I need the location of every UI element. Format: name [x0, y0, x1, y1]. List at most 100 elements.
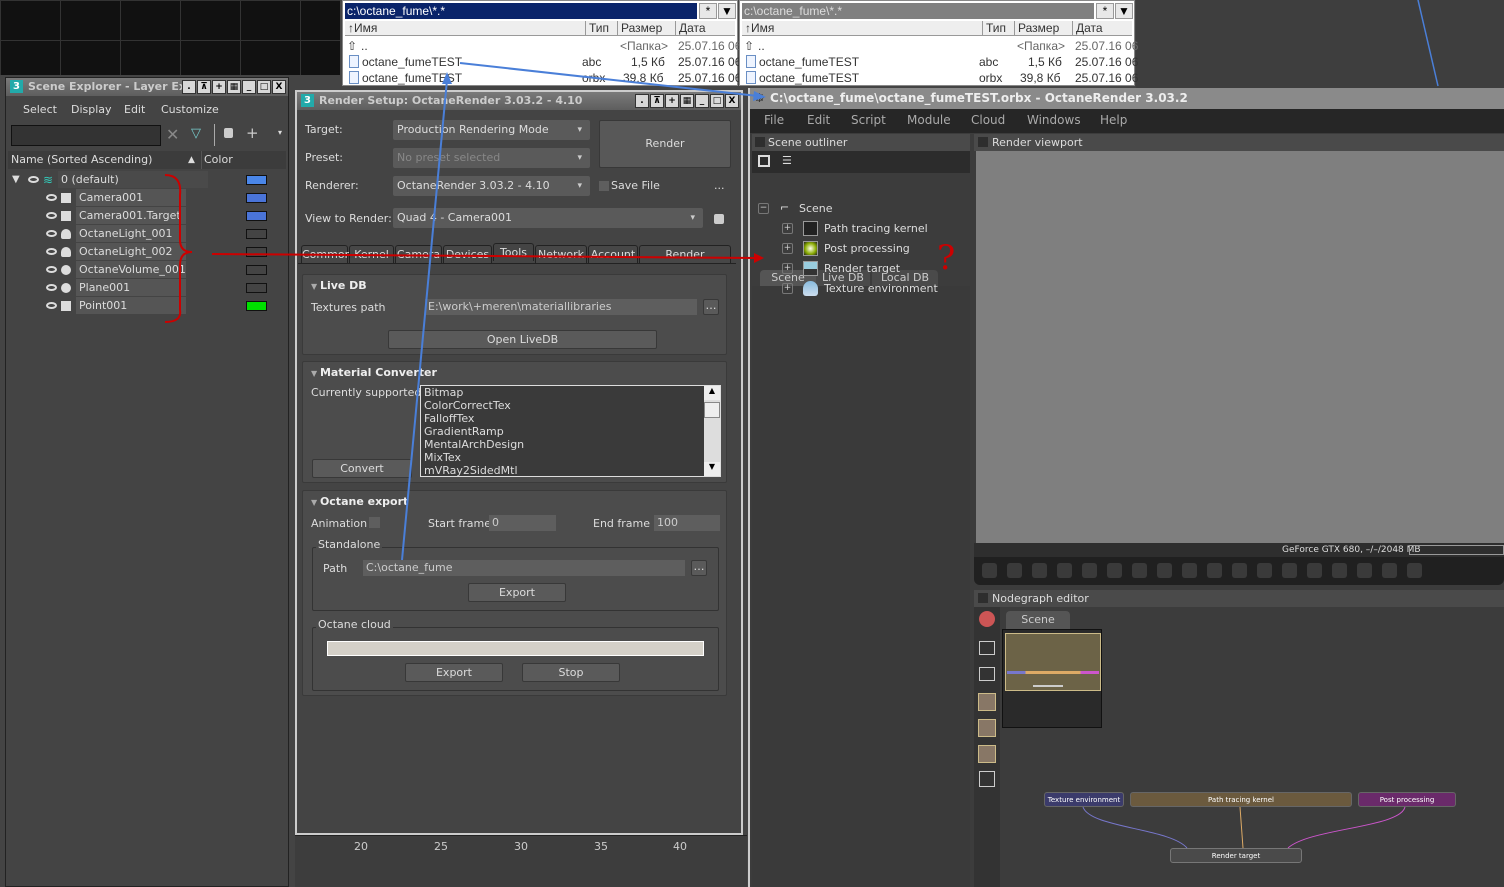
- maximize-button[interactable]: □: [710, 94, 724, 108]
- col-type[interactable]: Тип: [982, 21, 1006, 36]
- column-header[interactable]: ↑Имя Тип Размер Дата: [345, 21, 735, 36]
- object-color-swatch[interactable]: [246, 229, 267, 239]
- viewport-top-right[interactable]: [1136, 0, 1504, 88]
- file-row[interactable]: ⇧.. <Папка> 25.07.16 06: [742, 38, 1138, 54]
- add-layer-icon[interactable]: +: [246, 124, 259, 142]
- object-name[interactable]: OctaneLight_002: [76, 243, 186, 260]
- viewport-top-left[interactable]: [0, 0, 340, 75]
- export-path-input[interactable]: C:\octane_fume: [363, 560, 685, 576]
- layer-name[interactable]: 0 (default): [58, 171, 208, 188]
- pin-button[interactable]: +: [212, 80, 226, 94]
- object-row[interactable]: OctaneVolume_001: [6, 261, 286, 279]
- object-row[interactable]: Point001: [6, 297, 286, 315]
- object-color-swatch[interactable]: [246, 301, 267, 311]
- pin-button[interactable]: +: [665, 94, 679, 108]
- dock-top-button[interactable]: ⊼: [197, 80, 211, 94]
- path-field[interactable]: c:\octane_fume\*.*: [742, 3, 1094, 19]
- timeline-ruler[interactable]: 20 25 30 35 40: [295, 835, 747, 887]
- col-size[interactable]: Размер: [1014, 21, 1059, 36]
- object-color-swatch[interactable]: [246, 265, 267, 275]
- minimize-button[interactable]: _: [695, 94, 709, 108]
- object-row[interactable]: Plane001: [6, 279, 286, 297]
- options-dropdown-icon[interactable]: ▾: [278, 128, 282, 137]
- standalone-export-button[interactable]: Export: [468, 583, 566, 602]
- file-row[interactable]: octane_fumeTEST abc 1,5 Кб 25.07.16 06: [742, 54, 1138, 70]
- visibility-eye-icon[interactable]: [28, 176, 39, 183]
- path-field[interactable]: c:\octane_fume\*.*: [345, 3, 697, 19]
- object-row[interactable]: Camera001: [6, 189, 286, 207]
- search-input[interactable]: [11, 125, 161, 146]
- dock-top-button[interactable]: ⊼: [650, 94, 664, 108]
- tab-render-elements[interactable]: Render Elements: [639, 245, 731, 278]
- view-to-render-dropdown[interactable]: Quad 4 - Camera001: [393, 208, 703, 228]
- tab-camera[interactable]: Camera: [395, 245, 442, 263]
- export-path-browse-button[interactable]: …: [691, 560, 707, 576]
- object-color-swatch[interactable]: [246, 247, 267, 257]
- object-name[interactable]: OctaneLight_001: [76, 225, 186, 242]
- lock-icon[interactable]: [224, 128, 233, 138]
- menu-customize[interactable]: Customize: [161, 103, 219, 116]
- supported-item[interactable]: Bitmap: [424, 386, 720, 399]
- menu-edit[interactable]: Edit: [124, 103, 145, 116]
- tab-kernel[interactable]: Kernel: [349, 245, 394, 263]
- filter-button[interactable]: *: [1096, 3, 1114, 19]
- supported-item[interactable]: mVRay2SidedMtl: [424, 464, 720, 476]
- target-dropdown[interactable]: Production Rendering Mode: [393, 120, 590, 140]
- object-row[interactable]: Camera001.Target: [6, 207, 286, 225]
- livedb-heading[interactable]: ▼ Live DB: [311, 279, 367, 292]
- tab-tools[interactable]: Tools: [493, 243, 534, 261]
- filter-button[interactable]: *: [699, 3, 717, 19]
- minimize-button[interactable]: _: [242, 80, 256, 94]
- supported-list[interactable]: Bitmap ColorCorrectTex FalloffTex GradientR…: [420, 385, 721, 477]
- object-row[interactable]: OctaneLight_001: [6, 225, 286, 243]
- file-panel-left[interactable]: c:\octane_fume\*.* * ▼ ↑Имя Тип Размер Д…: [342, 0, 741, 86]
- file-panel-right[interactable]: c:\octane_fume\*.* * ▼ ↑Имя Тип Размер Д…: [739, 0, 1138, 86]
- visibility-eye-icon[interactable]: [46, 194, 57, 201]
- tab-devices[interactable]: Devices: [443, 245, 492, 263]
- object-name[interactable]: Point001: [76, 297, 186, 314]
- scroll-thumb[interactable]: [704, 402, 720, 418]
- filter-icon[interactable]: ▽: [191, 126, 201, 141]
- object-name[interactable]: OctaneVolume_001: [76, 261, 186, 278]
- close-button[interactable]: X: [272, 80, 286, 94]
- convert-button[interactable]: Convert: [312, 459, 412, 478]
- object-color-swatch[interactable]: [246, 283, 267, 293]
- col-name-header[interactable]: Name (Sorted Ascending): [11, 151, 152, 169]
- end-frame-spinner[interactable]: 100: [654, 515, 720, 531]
- object-name[interactable]: Plane001: [76, 279, 186, 296]
- menu-select[interactable]: Select: [23, 103, 57, 116]
- export-heading[interactable]: ▼ Octane export: [311, 495, 408, 508]
- layer-row[interactable]: ▼ ≋ 0 (default): [6, 171, 286, 189]
- renderer-dropdown[interactable]: OctaneRender 3.03.2 - 4.10: [393, 176, 590, 196]
- col-name[interactable]: ↑Имя: [742, 21, 774, 36]
- layer-color-swatch[interactable]: [246, 175, 267, 185]
- lock-icon[interactable]: [714, 214, 724, 224]
- menu-display[interactable]: Display: [71, 103, 112, 116]
- maximize-button[interactable]: □: [257, 80, 271, 94]
- column-header[interactable]: ↑Имя Тип Размер Дата: [742, 21, 1132, 36]
- col-name[interactable]: ↑Имя: [345, 21, 377, 36]
- tab-common[interactable]: Common: [301, 245, 352, 263]
- cloud-export-button[interactable]: Export: [405, 663, 503, 682]
- col-color-header[interactable]: Color: [201, 151, 233, 169]
- clear-search-icon[interactable]: ✕: [166, 125, 179, 144]
- save-file-checkbox[interactable]: [599, 181, 609, 191]
- scene-explorer-titlebar[interactable]: 3 Scene Explorer - Layer Ex . ⊼ + ▦ _ □ X: [6, 78, 288, 96]
- scroll-up-icon[interactable]: ▲: [704, 386, 720, 400]
- tab-network[interactable]: Network: [535, 245, 587, 263]
- list-scrollbar[interactable]: ▲ ▼: [704, 386, 720, 476]
- tab-account[interactable]: Account: [588, 245, 638, 263]
- save-file-browse-button[interactable]: ...: [714, 179, 725, 192]
- start-frame-spinner[interactable]: 0: [489, 515, 556, 531]
- expand-arrow-icon[interactable]: ▼: [12, 171, 20, 189]
- col-size[interactable]: Размер: [617, 21, 662, 36]
- visibility-eye-icon[interactable]: [46, 212, 57, 219]
- animation-checkbox[interactable]: [369, 517, 380, 528]
- visibility-eye-icon[interactable]: [46, 266, 57, 273]
- minimize-panel-button[interactable]: .: [182, 80, 196, 94]
- minimize-panel-button[interactable]: .: [635, 94, 649, 108]
- col-date[interactable]: Дата: [675, 21, 706, 36]
- object-row[interactable]: OctaneLight_002: [6, 243, 286, 261]
- file-row[interactable]: octane_fumeTEST orbx 39,8 Кб 25.07.16 06: [742, 70, 1138, 86]
- visibility-eye-icon[interactable]: [46, 302, 57, 309]
